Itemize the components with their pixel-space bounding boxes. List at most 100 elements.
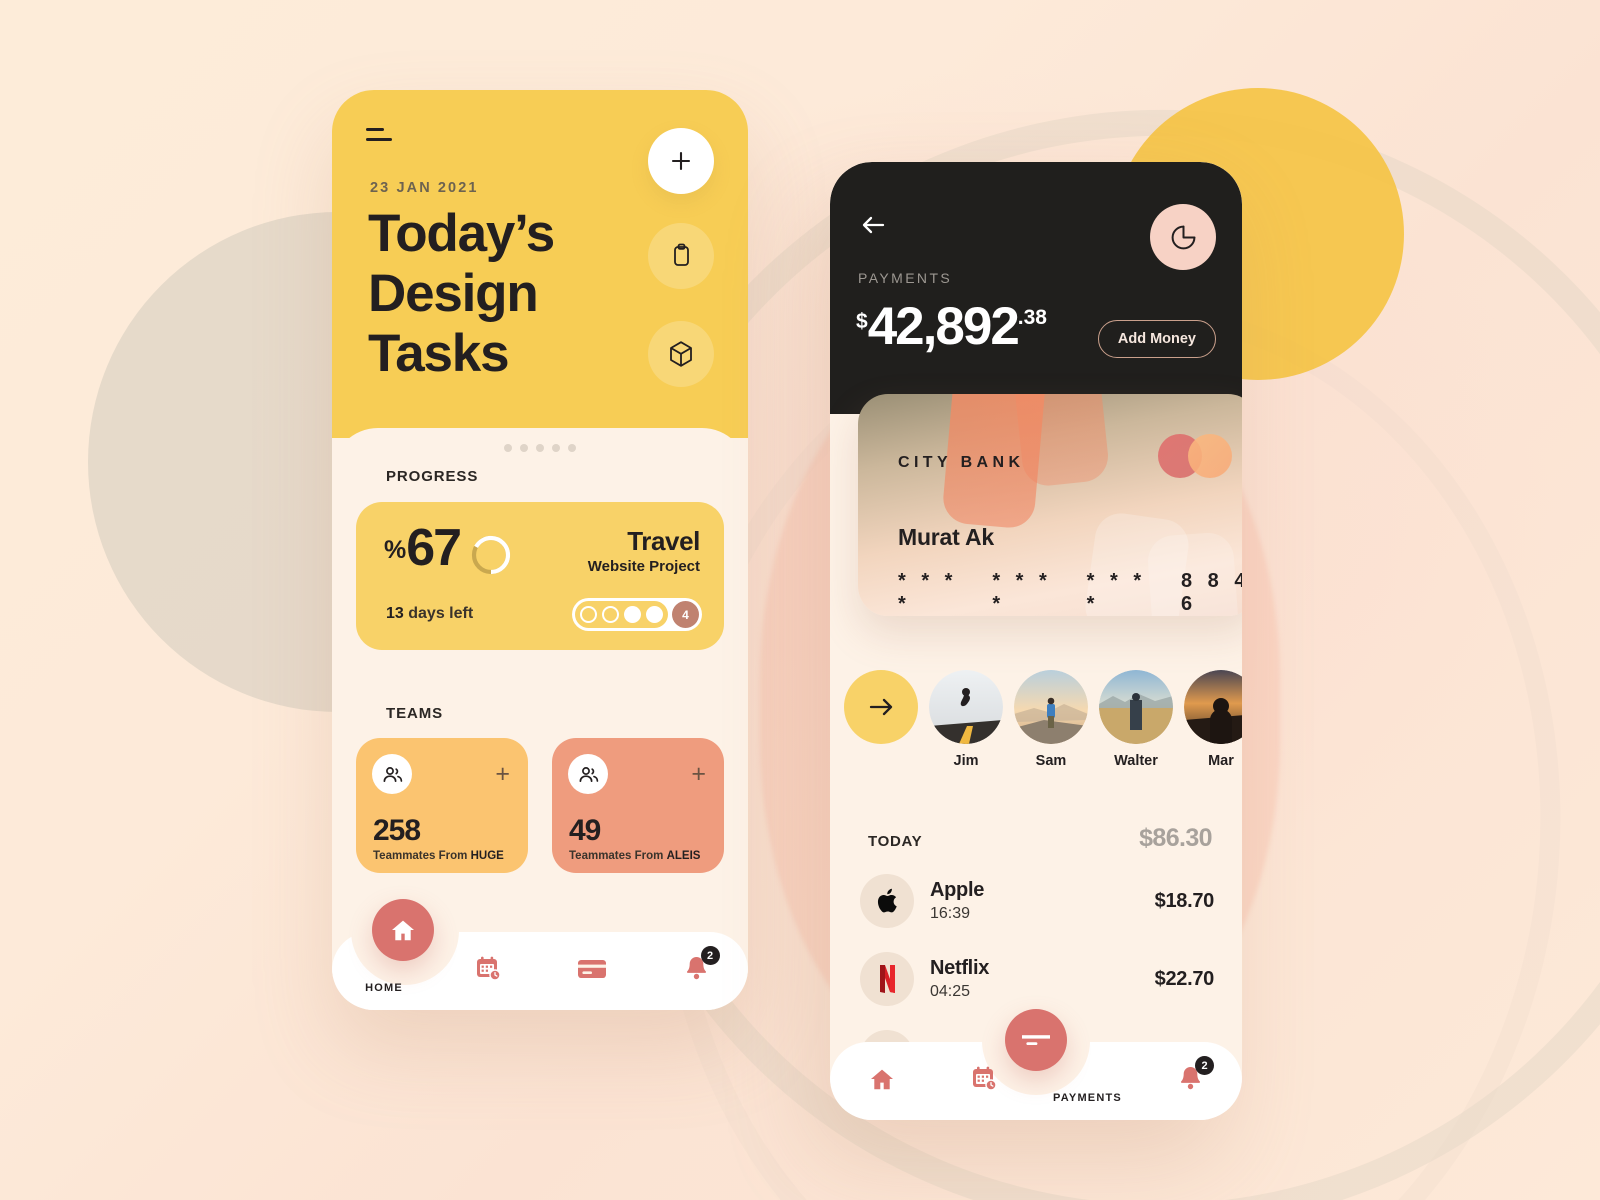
percent-symbol: %	[384, 536, 407, 564]
nav-item-home[interactable]	[830, 1042, 933, 1120]
progress-ring	[469, 533, 513, 577]
team-caption: Teammates From ALEIS	[569, 850, 700, 862]
title-line-3: Tasks	[368, 323, 510, 383]
arrow-right-icon[interactable]	[844, 670, 918, 744]
contact-mar[interactable]: Mar	[1184, 670, 1242, 769]
pager-dot[interactable]	[504, 444, 512, 452]
bottom-nav: PAYMENTS 2	[830, 1009, 1242, 1120]
date-label: 23 JAN 2021	[370, 180, 479, 196]
transaction-name: Netflix	[930, 957, 990, 979]
arrow-left-icon[interactable]	[858, 210, 888, 240]
page-title: Today’s Design Tasks	[368, 204, 555, 384]
contact-name: Jim	[953, 753, 979, 769]
transaction-amount: $22.70	[1154, 967, 1215, 990]
days-left-suffix: days left	[408, 605, 474, 622]
pie-chart-icon[interactable]	[1150, 204, 1216, 270]
contact-jim[interactable]: Jim	[929, 670, 1003, 769]
netflix-icon	[860, 952, 914, 1006]
teams-section-label: TEAMS	[386, 705, 443, 722]
card-number: * * * * * * * * * * * * 8 8 4 6	[898, 570, 1242, 616]
credit-card-icon[interactable]	[1005, 1009, 1067, 1071]
progress-section-label: PROGRESS	[386, 468, 479, 485]
avatar	[1184, 670, 1242, 744]
card-holder-name: Murat Ak	[898, 524, 994, 550]
pager-dots[interactable]	[504, 444, 576, 452]
team-count: 258	[373, 814, 421, 847]
contact-name: Mar	[1208, 753, 1234, 769]
team-caption: Teammates From HUGE	[373, 850, 504, 862]
users-icon	[568, 754, 608, 794]
balance-currency: $	[856, 310, 868, 333]
balance-amount: $ 42,892 .38	[856, 297, 1047, 356]
team-card[interactable]: + 49 Teammates From ALEIS	[552, 738, 724, 873]
days-left-value: 13	[386, 605, 404, 622]
users-icon	[372, 754, 412, 794]
balance-integer: 42,892	[867, 297, 1020, 356]
project-info: Travel Website Project	[587, 526, 701, 575]
mastercard-icon	[1158, 434, 1232, 478]
transaction-time: 16:39	[930, 905, 971, 922]
percent-value: 67	[406, 519, 462, 577]
hamburger-icon[interactable]	[366, 128, 396, 146]
transaction-info: Apple 16:39	[930, 879, 1155, 923]
pager-dot[interactable]	[568, 444, 576, 452]
contact-sam[interactable]: Sam	[1014, 670, 1088, 769]
home-icon	[869, 1067, 895, 1096]
nav-item-card[interactable]	[540, 932, 644, 1010]
plus-icon[interactable]	[648, 128, 714, 194]
transaction-row[interactable]: Netflix 04:25 $22.70	[860, 952, 1214, 1006]
avatar-dot-outline	[580, 606, 597, 623]
bank-card[interactable]: CITY BANK Murat Ak * * * * * * * * * * * *…	[858, 394, 1242, 616]
card-decor-shape	[1011, 394, 1111, 489]
box-icon[interactable]	[648, 321, 714, 387]
avatar-pill[interactable]: 4	[572, 598, 702, 631]
home-icon[interactable]	[372, 899, 434, 961]
card-bank-name: CITY BANK	[898, 454, 1025, 471]
avatar	[1014, 670, 1088, 744]
transactions-group-total: $86.30	[1139, 824, 1212, 852]
add-money-button[interactable]: Add Money	[1097, 320, 1216, 358]
bell-icon: 2	[1178, 1056, 1214, 1097]
background	[0, 0, 1600, 1200]
nav-item-calendar[interactable]	[436, 932, 540, 1010]
avatar-dots	[575, 601, 668, 628]
pager-dot[interactable]	[536, 444, 544, 452]
apple-icon	[860, 874, 914, 928]
transaction-amount: $18.70	[1154, 889, 1215, 912]
payments-header: PAYMENTS $ 42,892 .38 Add Money	[830, 162, 1242, 414]
transaction-time: 04:25	[930, 983, 971, 1000]
transaction-info: Netflix 04:25	[930, 957, 1155, 1001]
balance-decimal: .38	[1017, 306, 1047, 329]
transaction-row[interactable]: Apple 16:39 $18.70	[860, 874, 1214, 928]
progress-card[interactable]: % 67 13 days left Travel Website Project…	[356, 502, 724, 650]
contacts-row[interactable]: Jim Sam Walter Mar	[844, 670, 1242, 769]
card-number-group: * * * *	[992, 570, 1052, 615]
payments-kicker: PAYMENTS	[858, 270, 953, 286]
avatar-extra-count: 4	[672, 601, 699, 628]
payments-phone-screen: PAYMENTS $ 42,892 .38 Add Money CITY BAN…	[830, 162, 1242, 1120]
contact-walter[interactable]: Walter	[1099, 670, 1173, 769]
pager-dot[interactable]	[552, 444, 560, 452]
nav-item-notifications[interactable]: 2	[1139, 1042, 1242, 1120]
calendar-clock-icon	[971, 1065, 998, 1097]
project-title: Travel	[627, 526, 700, 556]
team-count: 49	[569, 814, 601, 847]
avatar	[1099, 670, 1173, 744]
plus-icon[interactable]: +	[691, 762, 706, 787]
nav-item-notifications[interactable]: 2	[644, 932, 748, 1010]
days-left: 13 days left	[386, 605, 473, 623]
team-card[interactable]: + 258 Teammates From HUGE	[356, 738, 528, 873]
progress-percent-group: % 67	[384, 519, 513, 577]
avatar	[929, 670, 1003, 744]
plus-icon[interactable]: +	[495, 762, 510, 787]
avatar-dot-filled	[624, 606, 641, 623]
clipboard-icon[interactable]	[648, 223, 714, 289]
transaction-name: Apple	[930, 879, 985, 901]
card-number-group: * * * *	[898, 570, 958, 615]
transactions-group-header: TODAY $86.30	[868, 824, 1213, 853]
pager-dot[interactable]	[520, 444, 528, 452]
card-number-group: * * * *	[1086, 570, 1147, 615]
notification-badge: 2	[1195, 1056, 1214, 1075]
contact-name: Walter	[1114, 753, 1158, 769]
project-subtitle: Website Project	[587, 558, 700, 575]
